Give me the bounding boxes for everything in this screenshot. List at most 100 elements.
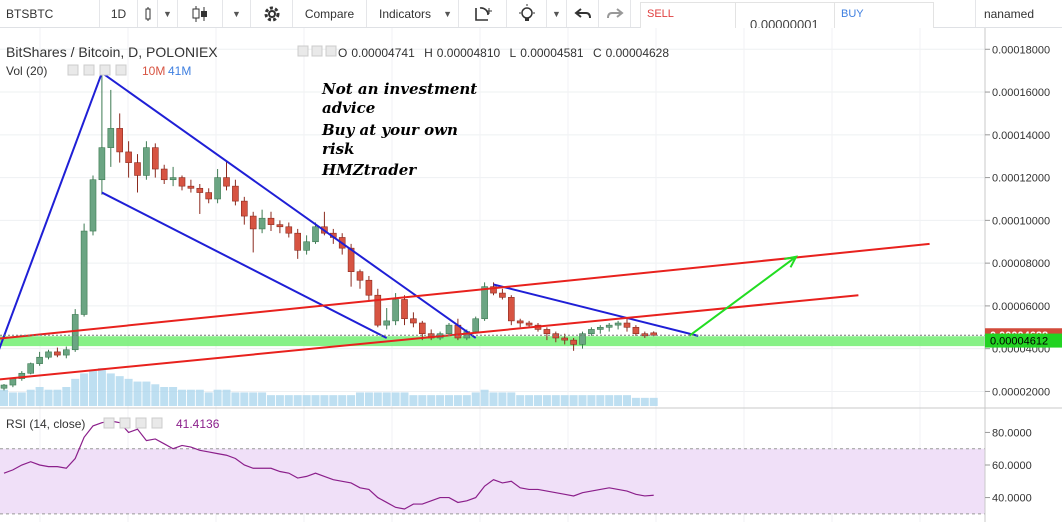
redo-icon[interactable] (599, 0, 631, 27)
candles-icon[interactable] (178, 0, 223, 27)
indicators-button[interactable]: Indicators ▼ (367, 0, 459, 27)
candle-body (241, 200, 248, 217)
volume-legend-value-1: 10M (142, 64, 165, 78)
volume-bar (35, 387, 44, 406)
alert-icon[interactable] (459, 0, 507, 27)
volume-bar (231, 392, 240, 406)
volume-bar (542, 395, 551, 406)
candle-body (187, 185, 195, 189)
candle-body (9, 378, 17, 386)
price-tick-label: 0.00012000 (992, 173, 1050, 185)
price-tick-label: 0.00008000 (992, 258, 1050, 270)
price-tick-label: 0.00014000 (992, 130, 1050, 142)
volume-bar (293, 395, 302, 406)
price-tick-label: 0.00016000 (992, 87, 1050, 99)
bar-style-icon[interactable] (138, 0, 158, 27)
legend-eye-icon[interactable] (297, 45, 309, 57)
volume-bar (213, 389, 222, 406)
lightbulb-icon[interactable] (507, 0, 547, 27)
candle-body (27, 363, 35, 374)
candle-body (588, 329, 595, 335)
chart-type-chevron-icon[interactable]: ▼ (223, 0, 251, 27)
candle-body (134, 162, 141, 176)
candle-body (80, 230, 88, 315)
rsi-tick-label: 40.0000 (992, 493, 1032, 505)
volume-bar (178, 389, 186, 406)
candle-body (169, 177, 177, 181)
volume-bar (284, 395, 293, 406)
interval-button[interactable]: 1D (100, 0, 138, 27)
candle-body (36, 356, 43, 364)
candle-body (62, 349, 70, 356)
volume-bar (364, 392, 373, 406)
candle-body (605, 324, 613, 328)
buy-label: BUY (841, 8, 864, 20)
volume-bar (195, 389, 204, 406)
volume-bar (605, 395, 614, 406)
volume-bar (62, 387, 71, 406)
annotation-line-1: Not an investment (321, 80, 477, 98)
price-chart[interactable]: 0.00018000 0.00016000 0.00014000 0.00012000… (0, 28, 1062, 522)
candle-body (98, 147, 106, 181)
candle-body (481, 286, 488, 320)
chevron-down-icon[interactable]: ▼ (158, 0, 178, 27)
candle-body (143, 147, 150, 176)
volume-bar (142, 381, 151, 406)
chart-title: BitShares / Bitcoin, D, POLONIEX (6, 44, 218, 60)
candle-body (543, 329, 551, 335)
annotation-line-4: risk (322, 140, 354, 158)
candle-body (552, 333, 560, 339)
candle-body (294, 232, 302, 251)
volume-bar (275, 395, 284, 406)
volume-bar (338, 395, 347, 406)
candle-body (303, 241, 310, 251)
volume-bar (498, 392, 507, 406)
rsi-band (0, 448, 985, 514)
candle-body (632, 326, 640, 335)
volume-bar (525, 395, 534, 406)
candle-body (258, 217, 266, 230)
volume-bar (71, 378, 80, 406)
sell-label: SELL (647, 8, 674, 20)
undo-icon[interactable] (567, 0, 599, 27)
support-price-badge-text: 0.00004612 (990, 336, 1048, 348)
symbol-label: BTSBTC (6, 6, 54, 21)
legend-settings-icon[interactable] (311, 45, 323, 57)
volume-bar (445, 395, 453, 406)
price-tick-label: 0.00002000 (992, 386, 1050, 398)
symbol-search[interactable]: BTSBTC (0, 0, 100, 27)
annotation-line-2: advice (322, 99, 375, 117)
volume-bar (534, 395, 542, 406)
user-label: nanamed (983, 6, 1034, 21)
volume-bar (578, 395, 587, 406)
candle-body (196, 187, 204, 193)
volume-bar (17, 392, 26, 406)
volume-bar (507, 392, 516, 406)
volume-bar (418, 395, 427, 406)
compare-button[interactable]: Compare (293, 0, 367, 27)
volume-bar (80, 373, 89, 406)
rsi-legend-value: 41.4136 (176, 417, 220, 431)
annotation-line-3: Buy at your own (321, 121, 458, 139)
candle-body (89, 179, 97, 232)
volume-bar (115, 376, 124, 406)
candle-body (356, 271, 364, 281)
volume-bar (623, 395, 631, 406)
gear-icon[interactable] (251, 0, 293, 27)
main-pane-bg (0, 28, 985, 408)
candle-body (525, 322, 533, 326)
candle-body (71, 314, 79, 351)
candle-body (160, 168, 168, 181)
volume-bar (480, 389, 489, 406)
user-menu[interactable]: nanamed (975, 0, 1062, 27)
volume-bar (258, 392, 267, 406)
candle-body (125, 151, 132, 163)
volume-bar (186, 389, 195, 406)
volume-bar (489, 392, 498, 406)
candle-body (401, 299, 408, 320)
volume-bar (382, 392, 391, 406)
volume-bar (409, 395, 418, 406)
volume-bar (560, 395, 569, 406)
legend-close-icon[interactable] (325, 45, 337, 57)
ideas-chevron-icon[interactable]: ▼ (547, 0, 567, 27)
